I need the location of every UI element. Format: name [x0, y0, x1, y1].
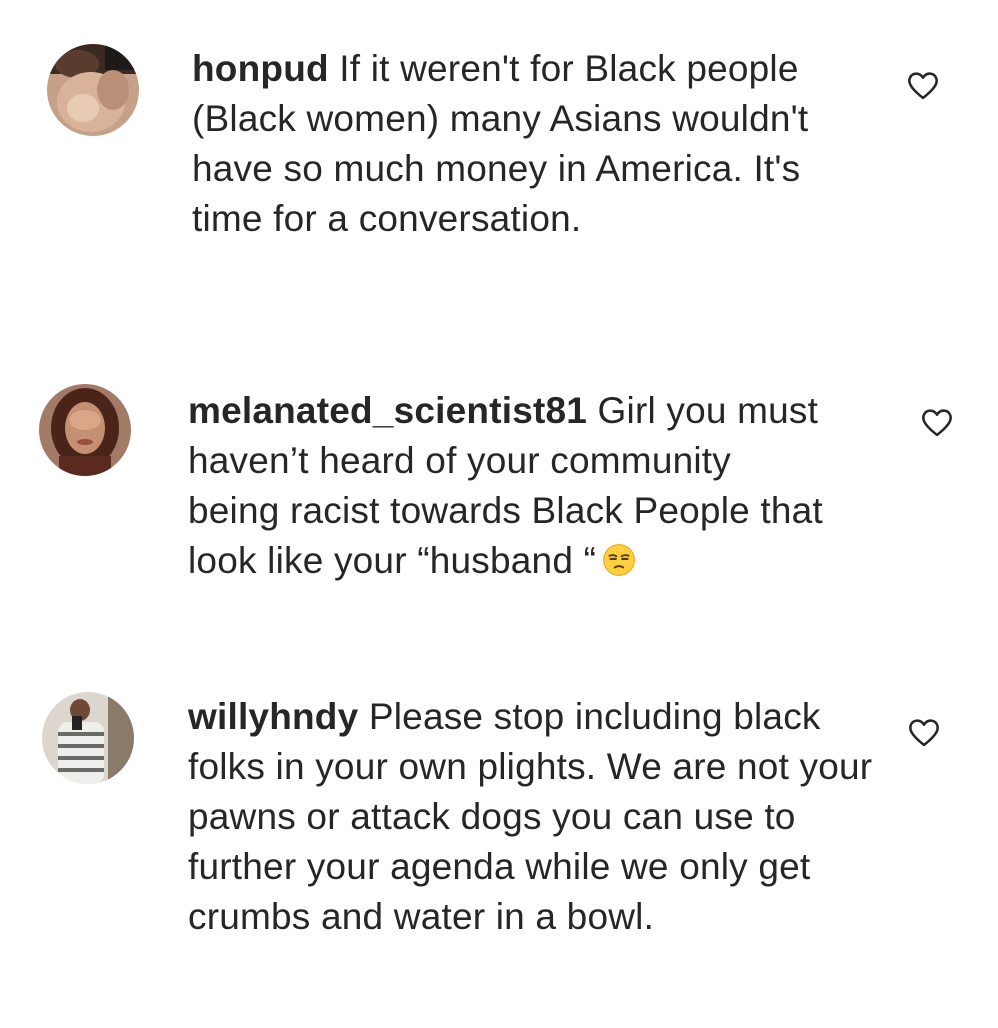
avatar[interactable] — [42, 692, 134, 784]
comment-body: honpud If it weren't for Black people (B… — [192, 44, 822, 244]
comment-username[interactable]: honpud — [192, 48, 329, 89]
like-button[interactable] — [918, 404, 956, 440]
comment-body: willyhndy Please stop including black fo… — [188, 692, 878, 942]
profile-photo-icon — [42, 692, 134, 784]
heart-outline-icon — [909, 719, 939, 747]
comment-item: melanated_scientist81 Girl you must have… — [0, 340, 998, 670]
avatar[interactable] — [39, 384, 131, 476]
avatar[interactable] — [47, 44, 139, 136]
profile-photo-icon — [47, 44, 139, 136]
comment-username[interactable]: melanated_scientist81 — [188, 390, 587, 431]
heart-outline-icon — [922, 409, 952, 437]
unamused-face-emoji-icon — [602, 543, 636, 577]
comment-item: honpud If it weren't for Black people (B… — [0, 0, 998, 340]
profile-photo-icon — [39, 384, 131, 476]
like-button[interactable] — [904, 67, 942, 103]
comment-body: melanated_scientist81 Girl you must have… — [188, 386, 828, 586]
comment-item: willyhndy Please stop including black fo… — [0, 670, 998, 1028]
like-button[interactable] — [905, 714, 943, 750]
comment-username[interactable]: willyhndy — [188, 696, 358, 737]
heart-outline-icon — [908, 72, 938, 100]
